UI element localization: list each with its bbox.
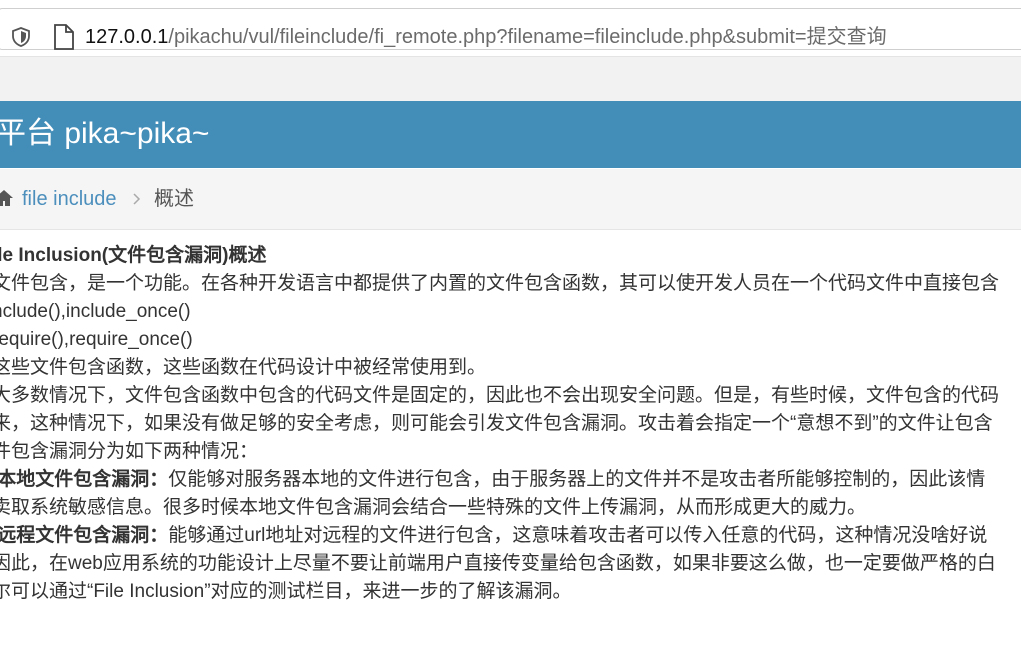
banner-title: 平台 pika~pika~ (0, 117, 210, 150)
chevron-right-icon (133, 193, 141, 205)
paragraph-line: 卖取系统敏感信息。很多时候本地文件包含漏洞会结合一些特殊的文件上传漏洞，从而形成… (0, 497, 867, 518)
local-inclusion-line: .本地文件包含漏洞：仅能够对服务器本地的文件进行包含，由于服务器上的文件并不是攻… (0, 466, 1021, 494)
local-inclusion-label: .本地文件包含漏洞： (0, 469, 169, 490)
url-host: 127.0.0.1 (85, 26, 169, 48)
paragraph-line: 件包含漏洞分为如下两种情况： (0, 441, 259, 462)
browser-toolbar: 127.0.0.1/pikachu/vul/fileinclude/fi_rem… (0, 0, 1021, 57)
page-heading: ile Inclusion(文件包含漏洞)概述 (0, 245, 267, 266)
address-bar[interactable]: 127.0.0.1/pikachu/vul/fileinclude/fi_rem… (0, 8, 1021, 50)
paragraph-line: require(),require_once() (0, 329, 193, 350)
remote-inclusion-label: .远程文件包含漏洞： (0, 525, 169, 546)
url-path: /pikachu/vul/fileinclude/fi_remote.php?f… (168, 26, 887, 48)
shield-icon[interactable] (11, 27, 31, 47)
breadcrumb: file include 概述 (0, 169, 1021, 230)
page-icon (54, 24, 74, 50)
paragraph-line: 来，这种情况下，如果没有做足够的安全考虑，则可能会引发文件包含漏洞。攻击着会指定… (0, 413, 993, 434)
site-banner: 平台 pika~pika~ (0, 101, 1021, 168)
paragraph-line: 尔可以通过“File Inclusion”对应的测试栏目，来进一步的了解该漏洞。 (0, 581, 572, 602)
paragraph-line: nclude(),include_once() (0, 301, 191, 322)
url-text[interactable]: 127.0.0.1/pikachu/vul/fileinclude/fi_rem… (85, 23, 887, 51)
remote-inclusion-line: .远程文件包含漏洞：能够通过url地址对远程的文件进行包含，这意味着攻击者可以传… (0, 522, 1021, 550)
paragraph-line: 文件包含，是一个功能。在各种开发语言中都提供了内置的文件包含函数，其可以使开发人… (0, 273, 1000, 294)
paragraph-line: 因此，在web应用系统的功能设计上尽量不要让前端用户直接传变量给包含函数，如果非… (0, 553, 996, 574)
home-icon[interactable] (0, 188, 14, 208)
local-inclusion-text: 仅能够对服务器本地的文件进行包含，由于服务器上的文件并不是攻击者所能够控制的，因… (168, 469, 986, 490)
breadcrumb-current: 概述 (154, 188, 194, 210)
main-content: ile Inclusion(文件包含漏洞)概述 文件包含，是一个功能。在各种开发… (0, 242, 1021, 606)
paragraph-line: 这些文件包含函数，这些函数在代码设计中被经常使用到。 (0, 357, 487, 378)
page-top-strip (0, 57, 1021, 101)
breadcrumb-file-include-link[interactable]: file include (22, 185, 117, 213)
paragraph-line: 大多数情况下，文件包含函数中包含的代码文件是固定的，因此也不会出现安全问题。但是… (0, 385, 1000, 406)
remote-inclusion-text: 能够通过url地址对远程的文件进行包含，这意味着攻击者可以传入任意的代码，这种情… (168, 525, 988, 546)
